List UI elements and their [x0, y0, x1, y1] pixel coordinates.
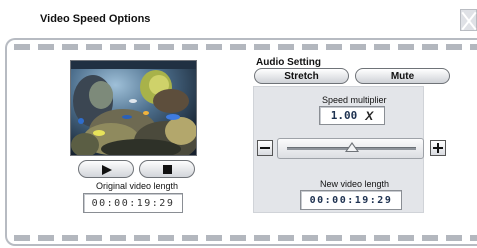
increase-speed-button[interactable] — [430, 140, 446, 156]
original-length-field: 00:00:19:29 — [83, 193, 183, 213]
mute-button[interactable]: Mute — [355, 68, 450, 84]
aquarium-preview-image — [71, 61, 196, 155]
original-length-label: Original video length — [96, 181, 179, 191]
play-button[interactable] — [78, 160, 134, 178]
new-length-label: New video length — [320, 179, 390, 189]
audio-setting-heading: Audio Setting — [256, 57, 321, 68]
stop-button[interactable] — [139, 160, 195, 178]
speed-multiplier-label: Speed multiplier — [322, 95, 387, 105]
film-strip-top — [14, 44, 477, 50]
stretch-button[interactable]: Stretch — [254, 68, 349, 84]
decrease-speed-button[interactable] — [257, 140, 273, 156]
close-icon[interactable] — [460, 9, 477, 31]
play-icon — [102, 165, 112, 175]
new-length-field: 00:00:19:29 — [300, 190, 402, 210]
speed-multiplier-value: 1.00 — [330, 109, 358, 122]
stop-icon — [163, 165, 172, 174]
multiplier-x-suffix: X — [365, 108, 374, 123]
dialog-title: Video Speed Options — [40, 13, 151, 25]
plus-icon — [437, 143, 439, 153]
video-preview — [70, 60, 197, 156]
speed-multiplier-field[interactable]: 1.00 X — [319, 106, 385, 125]
minus-icon — [260, 147, 270, 149]
speed-slider-thumb[interactable] — [344, 142, 359, 152]
film-strip-bottom — [14, 235, 477, 241]
